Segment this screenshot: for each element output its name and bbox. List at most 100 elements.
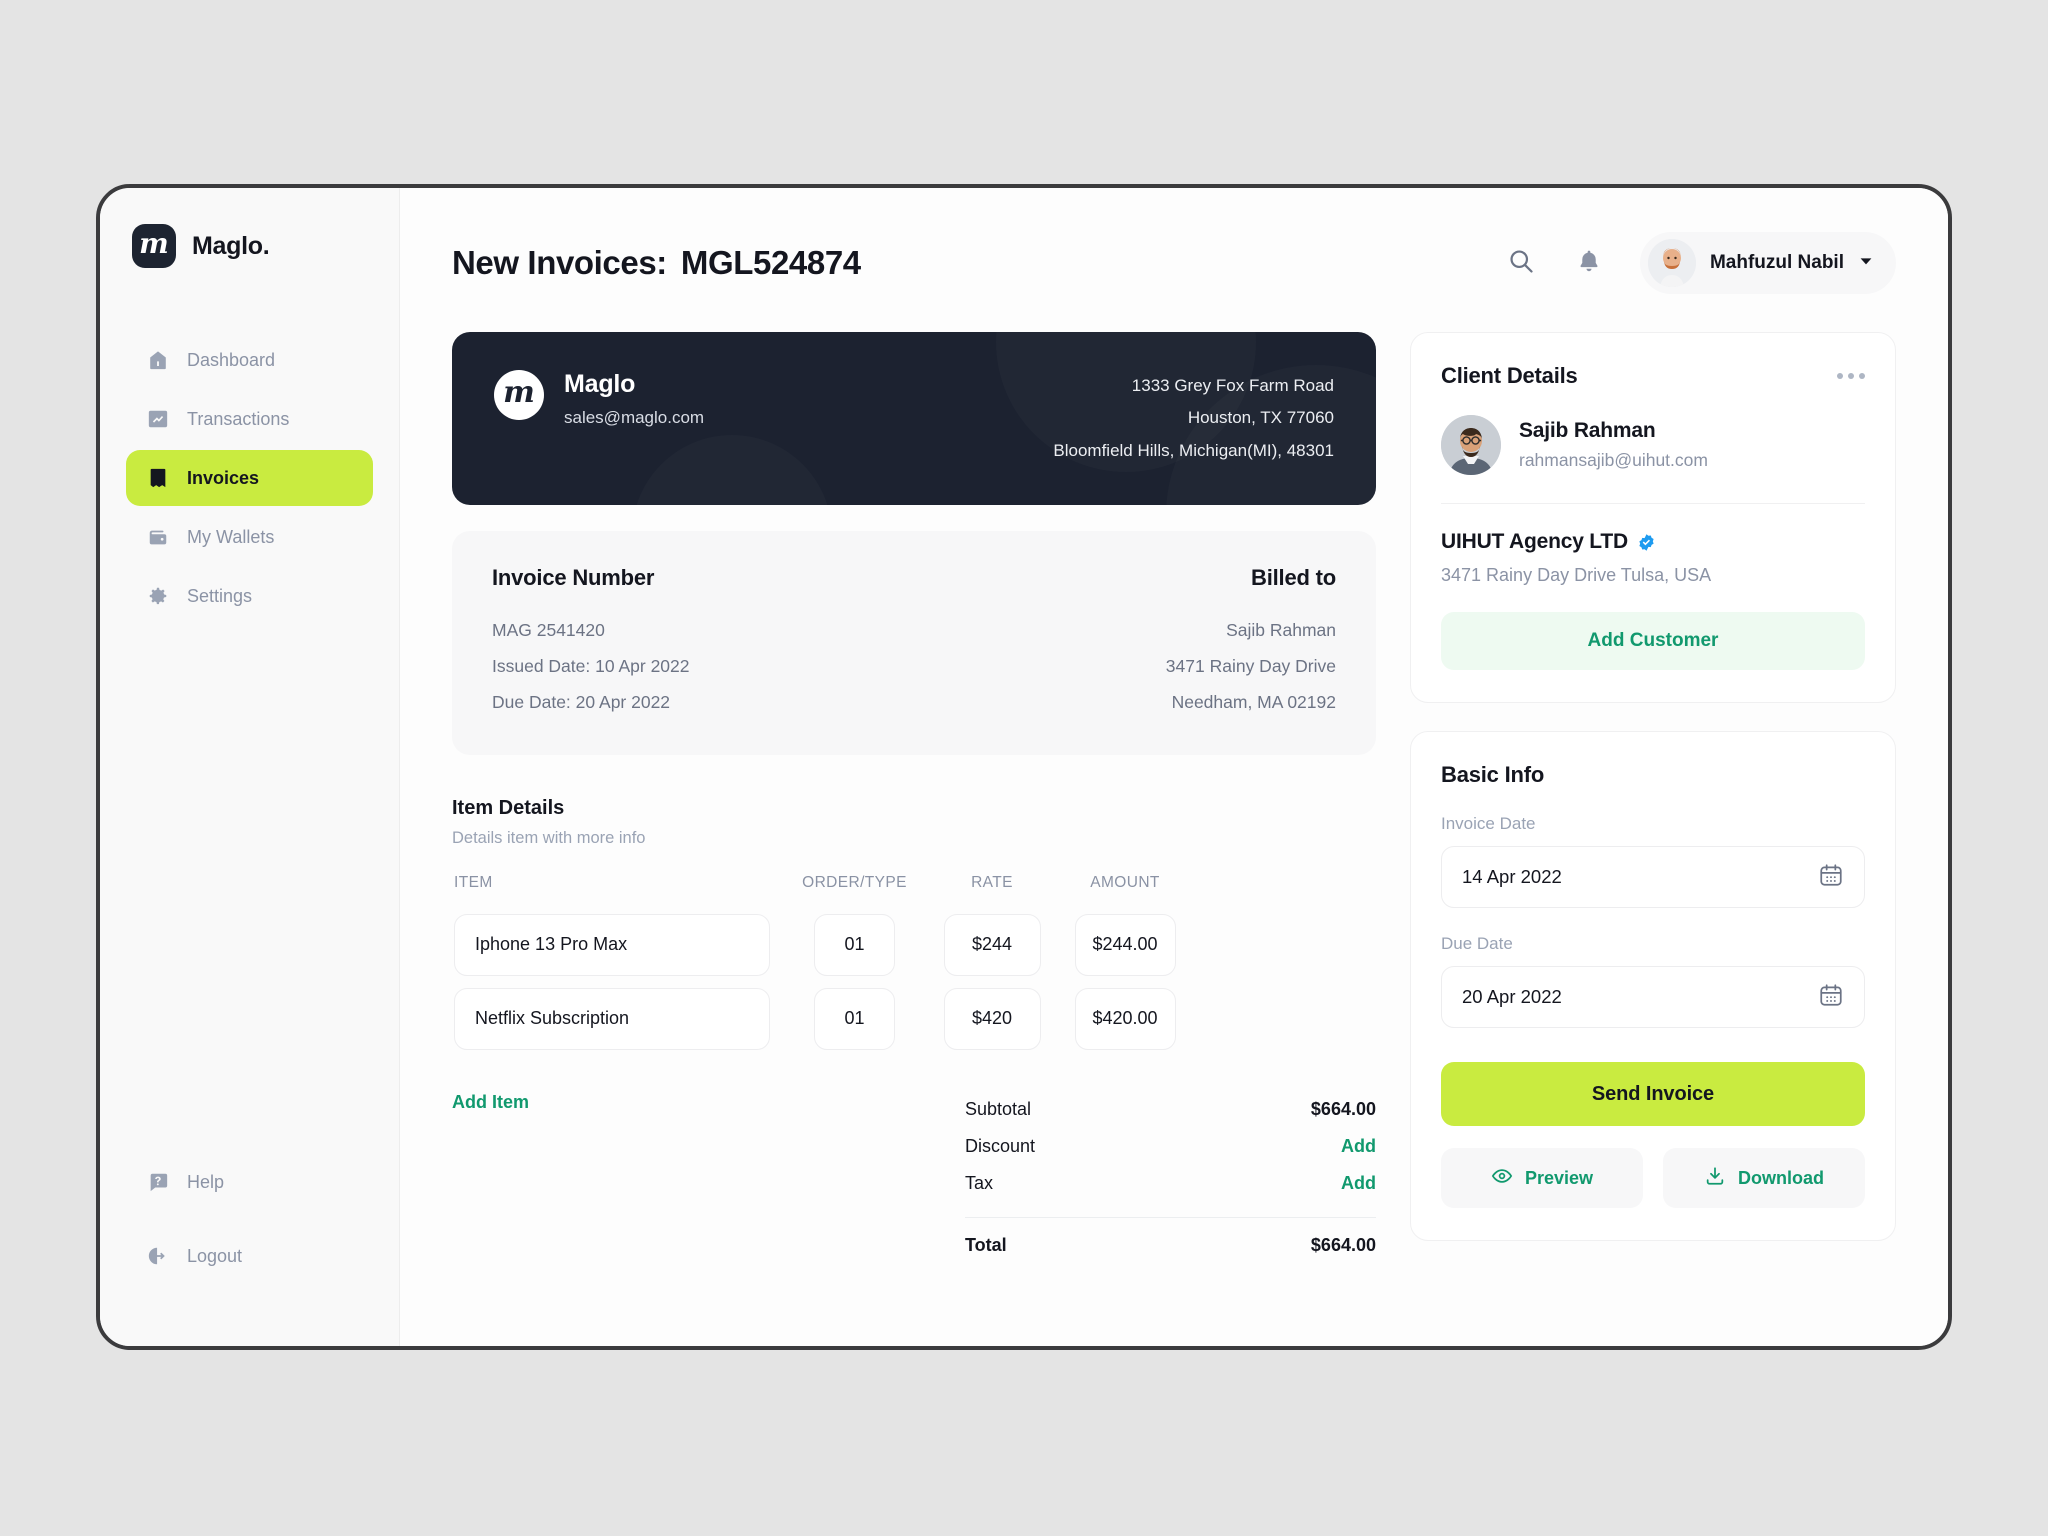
logout-icon	[146, 1244, 170, 1268]
invoice-date-field[interactable]: 14 Apr 2022	[1441, 846, 1865, 908]
table-header-row: ITEM ORDER/TYPE RATE AMOUNT	[452, 874, 1376, 902]
chevron-down-icon	[1858, 253, 1874, 274]
secondary-actions: Preview Download	[1441, 1148, 1865, 1208]
user-menu[interactable]: Mahfuzul Nabil	[1639, 232, 1896, 294]
invoice-date-value: 14 Apr 2022	[1462, 866, 1562, 887]
client-email: rahmansajib@uihut.com	[1519, 450, 1708, 470]
item-amount-input[interactable]: $420.00	[1074, 987, 1176, 1050]
item-amount-cell-wrap: $420.00	[1057, 987, 1193, 1050]
sidebar-bottom-nav: Help Logout	[100, 1154, 399, 1346]
table-row: Netflix Subscription 01 $420 $420.00	[452, 987, 1376, 1050]
client-profile: Sajib Rahman rahmansajib@uihut.com	[1441, 415, 1865, 504]
billed-to-name: Sajib Rahman	[1226, 619, 1336, 640]
calendar-icon[interactable]	[1818, 862, 1844, 893]
item-name-cell-wrap: Iphone 13 Pro Max	[452, 913, 782, 976]
invoice-icon	[146, 466, 170, 490]
table-row: Iphone 13 Pro Max 01 $244 $244.00	[452, 913, 1376, 976]
invoice-date-label: Invoice Date	[1441, 814, 1536, 833]
main-content: New Invoices: MGL524874 Mahfuzul Nabil m…	[400, 188, 1948, 1346]
column-header-amount: AMOUNT	[1090, 873, 1160, 891]
discount-row: Discount Add	[965, 1129, 1376, 1166]
help-icon	[146, 1170, 170, 1194]
sidebar-item-label: Transactions	[187, 408, 290, 429]
column-header-order-type: ORDER/TYPE	[802, 873, 907, 891]
item-amount-cell-wrap: $244.00	[1057, 913, 1193, 976]
item-rate-input[interactable]: $420	[943, 987, 1041, 1050]
bell-icon	[1576, 248, 1602, 279]
totals-divider	[965, 1216, 1376, 1218]
due-date: Due Date: 20 Apr 2022	[492, 691, 671, 712]
sidebar-item-transactions[interactable]: Transactions	[126, 391, 373, 447]
more-options-icon[interactable]	[1837, 373, 1865, 379]
tax-row: Tax Add	[965, 1166, 1376, 1203]
agency-name: UIHUT Agency LTD	[1441, 530, 1628, 553]
subtotal-value: $664.00	[1310, 1098, 1376, 1119]
sidebar-nav: Dashboard Transactions Invoices My Walle…	[100, 332, 399, 624]
invoice-meta-card: Invoice Number MAG 2541420 Issued Date: …	[452, 530, 1376, 755]
item-name-input[interactable]: Iphone 13 Pro Max	[454, 913, 770, 976]
address-line: Houston, TX 77060	[1187, 408, 1334, 428]
sidebar-item-my-wallets[interactable]: My Wallets	[126, 509, 373, 565]
wallet-icon	[146, 525, 170, 549]
notifications-button[interactable]	[1572, 246, 1606, 280]
decorative-blob	[632, 435, 832, 505]
item-amount-input[interactable]: $244.00	[1074, 913, 1176, 976]
top-bar: New Invoices: MGL524874 Mahfuzul Nabil	[400, 188, 1948, 294]
download-button[interactable]: Download	[1663, 1148, 1865, 1208]
send-invoice-button[interactable]: Send Invoice	[1441, 1062, 1865, 1126]
invoice-column: m Maglo sales@maglo.com 1333 Grey Fox Fa…	[452, 332, 1376, 1346]
add-discount-link[interactable]: Add	[1341, 1136, 1376, 1157]
add-tax-link[interactable]: Add	[1341, 1173, 1376, 1194]
side-panels: Client Details Sajib Rahman rahmansajib@…	[1410, 332, 1896, 1346]
billed-to-street: 3471 Rainy Day Drive	[1165, 655, 1336, 676]
search-button[interactable]	[1504, 246, 1538, 280]
download-label: Download	[1738, 1167, 1824, 1188]
item-qty-cell-wrap: 01	[782, 987, 927, 1050]
page-title-invoice-id: MGL524874	[680, 244, 861, 281]
sidebar-item-settings[interactable]: Settings	[126, 568, 373, 624]
items-footer: Add Item Subtotal $664.00 Discount Add T…	[452, 1092, 1376, 1265]
basic-info-title: Basic Info	[1441, 762, 1545, 787]
item-qty-input[interactable]: 01	[814, 913, 895, 976]
billed-to-city: Needham, MA 02192	[1171, 691, 1336, 712]
due-date-field[interactable]: 20 Apr 2022	[1441, 966, 1865, 1028]
sidebar: m Maglo. Dashboard Transactions Invoices…	[100, 188, 400, 1346]
client-details-panel: Client Details Sajib Rahman rahmansajib@…	[1410, 332, 1896, 703]
invoice-header-card: m Maglo sales@maglo.com 1333 Grey Fox Fa…	[452, 332, 1376, 505]
invoice-company-info: m Maglo sales@maglo.com	[494, 370, 704, 428]
calendar-icon[interactable]	[1818, 982, 1844, 1013]
sidebar-item-label: My Wallets	[187, 526, 275, 547]
basic-info-panel: Basic Info Invoice Date 14 Apr 2022 Due …	[1410, 731, 1896, 1241]
total-row: Total $664.00	[965, 1228, 1376, 1265]
client-details-header: Client Details	[1441, 363, 1865, 389]
app-window: m Maglo. Dashboard Transactions Invoices…	[96, 184, 1952, 1350]
item-details-title: Item Details	[452, 796, 565, 819]
download-icon	[1704, 1165, 1726, 1192]
agency-address: 3471 Rainy Day Drive Tulsa, USA	[1441, 565, 1712, 585]
invoice-number-title: Invoice Number	[492, 564, 655, 590]
brand-logo: m Maglo.	[100, 224, 399, 268]
item-qty-cell-wrap: 01	[782, 913, 927, 976]
sidebar-item-label: Invoices	[187, 467, 260, 488]
add-customer-button[interactable]: Add Customer	[1441, 612, 1865, 670]
transactions-icon	[146, 407, 170, 431]
page-title-prefix: New Invoices:	[452, 244, 667, 281]
discount-label: Discount	[965, 1135, 1036, 1156]
item-qty-input[interactable]: 01	[814, 987, 895, 1050]
totals-block: Subtotal $664.00 Discount Add Tax Add To…	[965, 1092, 1376, 1265]
sidebar-item-dashboard[interactable]: Dashboard	[126, 332, 373, 388]
item-name-input[interactable]: Netflix Subscription	[454, 987, 770, 1050]
sidebar-item-label: Help	[187, 1171, 225, 1192]
item-rate-input[interactable]: $244	[943, 913, 1041, 976]
brand-name: Maglo.	[192, 231, 270, 260]
sidebar-item-invoices[interactable]: Invoices	[126, 450, 373, 506]
sidebar-item-logout[interactable]: Logout	[126, 1228, 373, 1284]
preview-button[interactable]: Preview	[1441, 1148, 1643, 1208]
billed-to-block: Billed to Sajib Rahman 3471 Rainy Day Dr…	[914, 565, 1336, 721]
item-details-subtitle: Details item with more info	[452, 828, 646, 847]
sidebar-item-help[interactable]: Help	[126, 1154, 373, 1210]
add-item-link[interactable]: Add Item	[452, 1092, 782, 1113]
gear-icon	[146, 584, 170, 608]
top-actions: Mahfuzul Nabil	[1504, 232, 1896, 294]
verified-badge-icon	[1637, 533, 1656, 552]
